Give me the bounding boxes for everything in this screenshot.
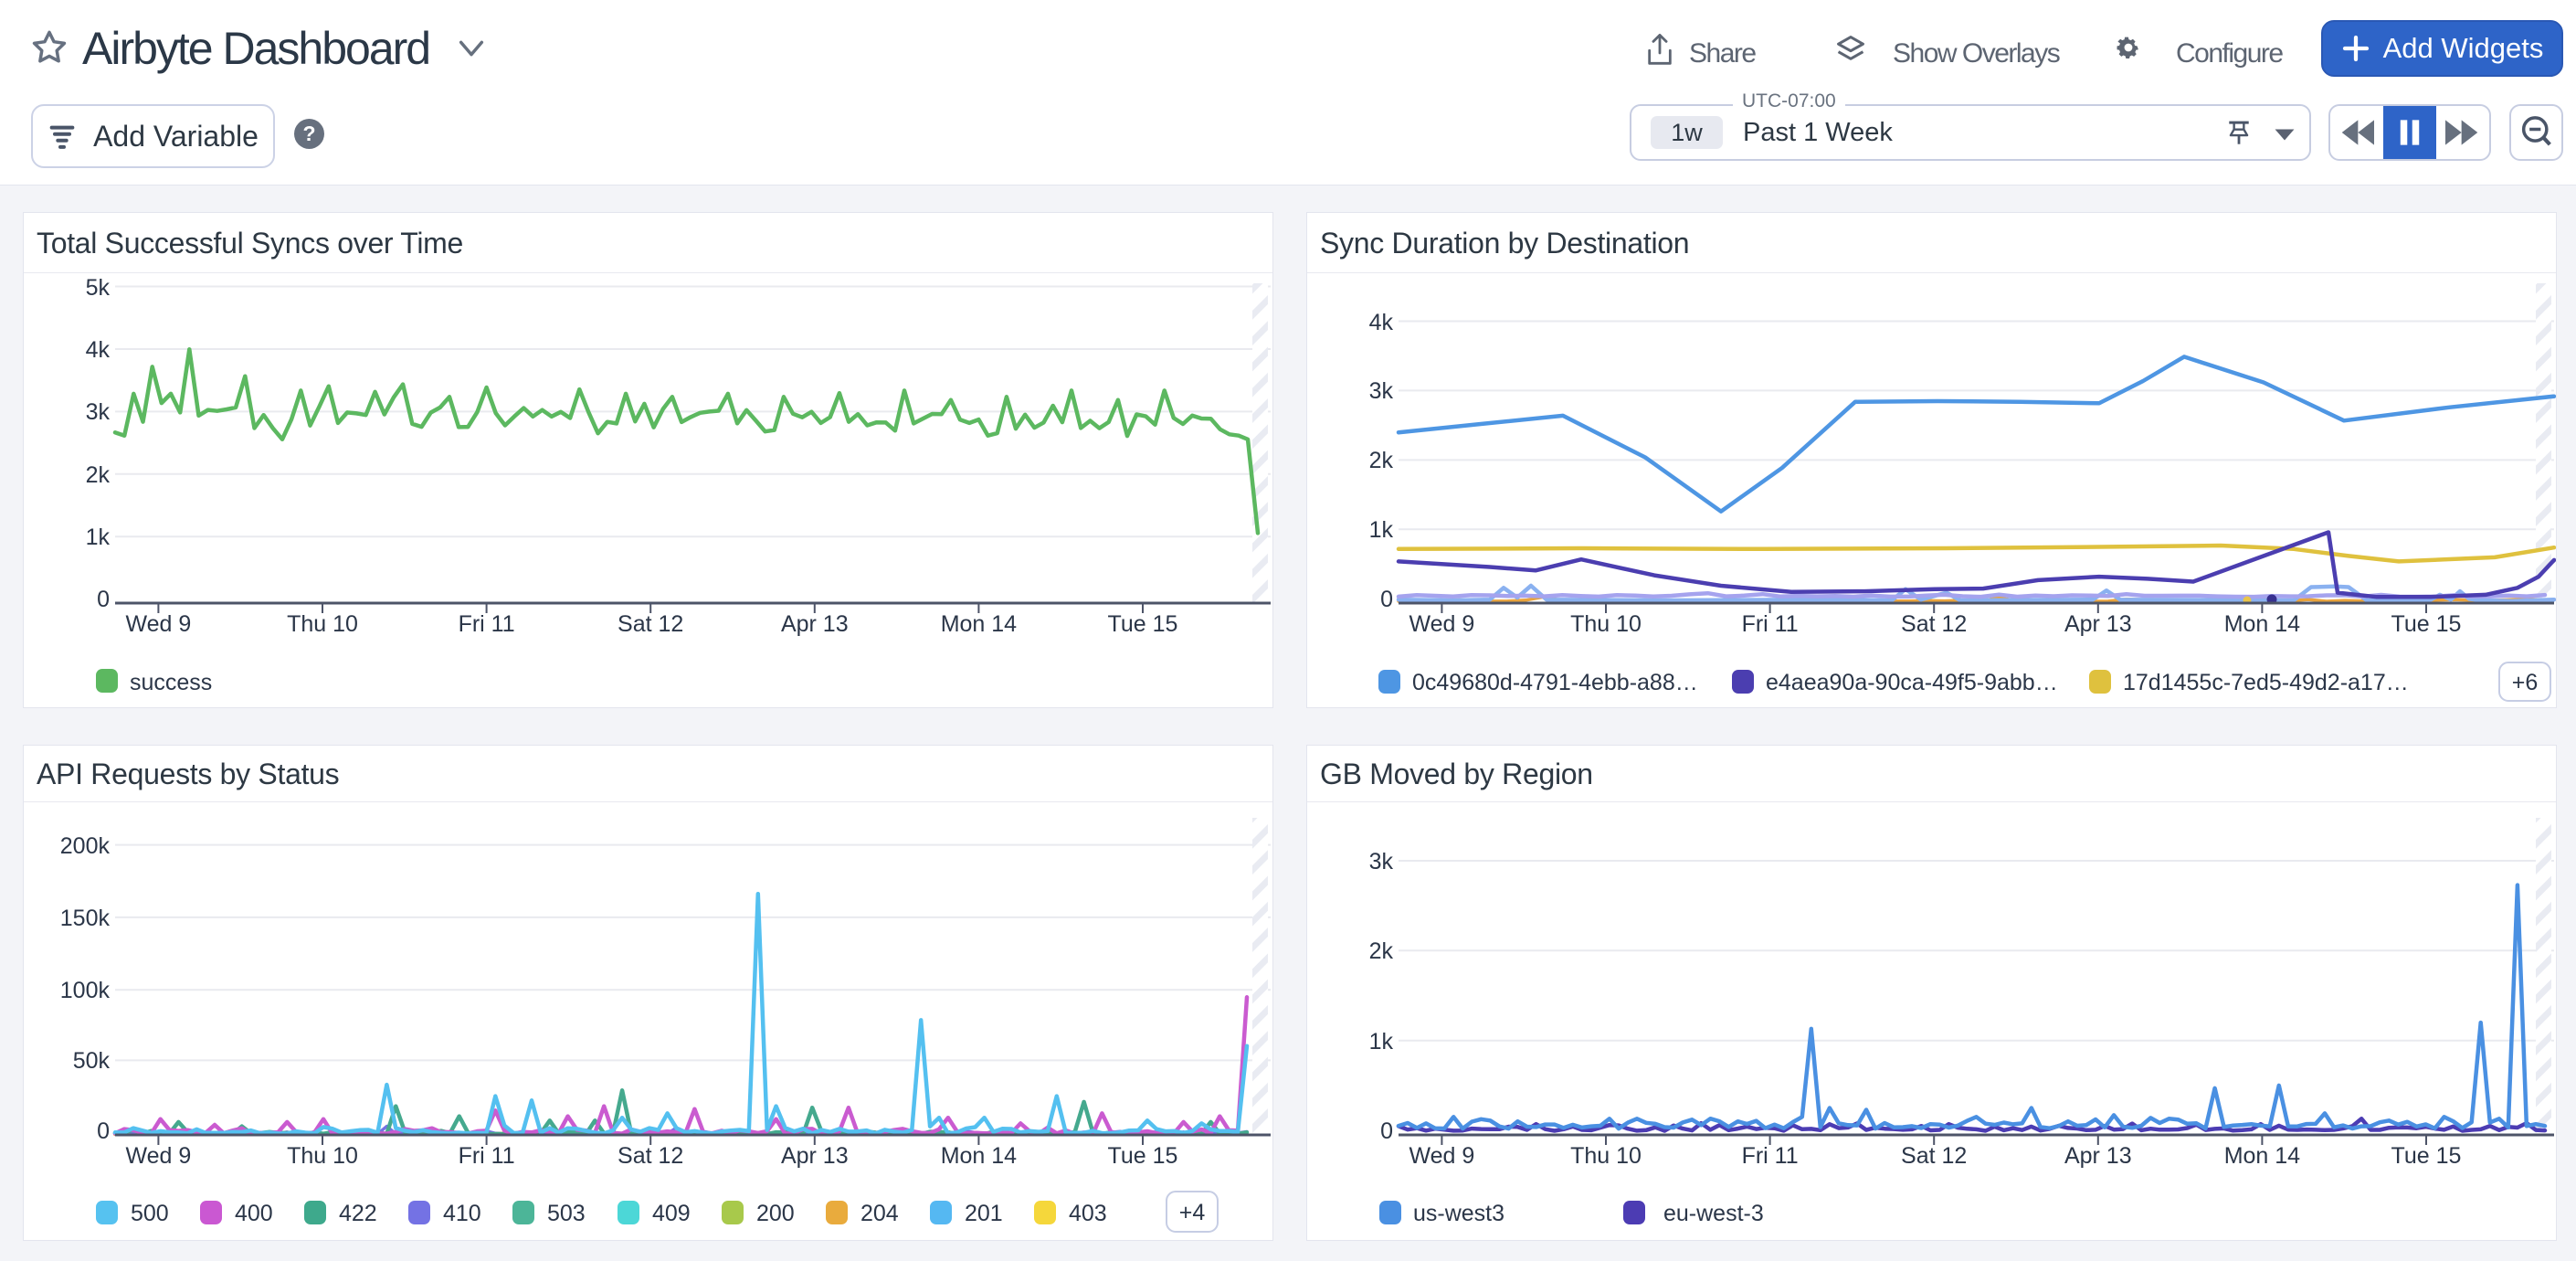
svg-text:0: 0 (1380, 587, 1393, 612)
svg-text:Sat 12: Sat 12 (618, 1143, 683, 1169)
svg-text:Sat 12: Sat 12 (618, 611, 683, 637)
svg-text:Fri 11: Fri 11 (459, 611, 515, 637)
svg-text:1k: 1k (1369, 1029, 1394, 1054)
svg-text:Apr 13: Apr 13 (2064, 1143, 2132, 1169)
svg-text:Fri 11: Fri 11 (1742, 1143, 1799, 1169)
svg-text:Mon 14: Mon 14 (2224, 1143, 2300, 1169)
svg-text:Wed 9: Wed 9 (1409, 1143, 1474, 1169)
svg-text:100k: 100k (60, 978, 111, 1003)
svg-text:Mon 14: Mon 14 (941, 1143, 1017, 1169)
svg-text:0: 0 (97, 587, 110, 612)
svg-text:us-west3: us-west3 (1413, 1201, 1504, 1226)
svg-text:success: success (130, 670, 212, 695)
svg-text:Tue 15: Tue 15 (2391, 611, 2462, 637)
svg-text:5k: 5k (86, 275, 111, 301)
svg-text:503: 503 (547, 1201, 586, 1226)
svg-text:410: 410 (443, 1201, 481, 1226)
svg-text:Wed 9: Wed 9 (1409, 611, 1474, 637)
svg-text:Fri 11: Fri 11 (459, 1143, 515, 1169)
svg-text:0: 0 (1380, 1118, 1393, 1144)
svg-text:17d1455c-7ed5-49d2-a17…: 17d1455c-7ed5-49d2-a17… (2123, 670, 2409, 695)
svg-text:500: 500 (131, 1201, 169, 1226)
svg-text:0c49680d-4791-4ebb-a88…: 0c49680d-4791-4ebb-a88… (1412, 670, 1698, 695)
svg-text:2k: 2k (86, 462, 111, 488)
svg-text:1k: 1k (86, 525, 111, 550)
svg-text:Apr 13: Apr 13 (781, 1143, 849, 1169)
svg-text:eu-west-3: eu-west-3 (1663, 1201, 1764, 1226)
svg-text:3k: 3k (1369, 849, 1394, 874)
svg-text:+4: +4 (1179, 1200, 1206, 1225)
svg-text:Mon 14: Mon 14 (2224, 611, 2300, 637)
svg-text:3k: 3k (86, 399, 111, 425)
svg-text:+6: +6 (2512, 670, 2539, 695)
svg-text:Wed 9: Wed 9 (125, 611, 191, 637)
svg-text:Sat 12: Sat 12 (1901, 1143, 1967, 1169)
svg-text:2k: 2k (1369, 448, 1394, 473)
svg-text:e4aea90a-90ca-49f5-9abb…: e4aea90a-90ca-49f5-9abb… (1766, 670, 2058, 695)
svg-text:Thu 10: Thu 10 (1570, 1143, 1642, 1169)
svg-text:4k: 4k (1369, 310, 1394, 335)
svg-text:50k: 50k (73, 1048, 111, 1074)
svg-text:Tue 15: Tue 15 (1108, 611, 1178, 637)
svg-text:403: 403 (1069, 1201, 1107, 1226)
svg-text:200k: 200k (60, 833, 111, 859)
svg-text:Apr 13: Apr 13 (781, 611, 849, 637)
svg-text:204: 204 (860, 1201, 899, 1226)
svg-text:Thu 10: Thu 10 (287, 611, 358, 637)
svg-text:Wed 9: Wed 9 (125, 1143, 191, 1169)
svg-text:Fri 11: Fri 11 (1742, 611, 1799, 637)
svg-text:200: 200 (756, 1201, 795, 1226)
svg-text:Tue 15: Tue 15 (1108, 1143, 1178, 1169)
svg-text:Thu 10: Thu 10 (287, 1143, 358, 1169)
svg-text:Mon 14: Mon 14 (941, 611, 1017, 637)
svg-text:409: 409 (652, 1201, 691, 1226)
svg-text:150k: 150k (60, 906, 111, 931)
svg-text:Thu 10: Thu 10 (1570, 611, 1642, 637)
svg-text:400: 400 (235, 1201, 273, 1226)
svg-text:Tue 15: Tue 15 (2391, 1143, 2462, 1169)
svg-text:422: 422 (339, 1201, 377, 1226)
svg-text:1k: 1k (1369, 517, 1394, 543)
svg-text:3k: 3k (1369, 378, 1394, 404)
svg-text:Apr 13: Apr 13 (2064, 611, 2132, 637)
svg-text:201: 201 (965, 1201, 1003, 1226)
svg-text:2k: 2k (1369, 938, 1394, 964)
svg-text:0: 0 (97, 1118, 110, 1144)
svg-text:4k: 4k (86, 337, 111, 363)
svg-text:Sat 12: Sat 12 (1901, 611, 1967, 637)
